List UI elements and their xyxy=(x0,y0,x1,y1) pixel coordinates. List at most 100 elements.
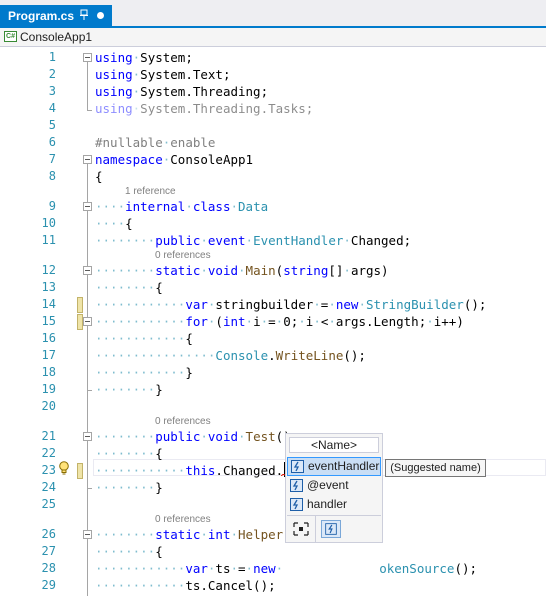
code-line: ············} xyxy=(95,365,193,380)
event-icon xyxy=(290,498,303,511)
completion-item-label: eventHandler xyxy=(308,459,380,473)
code-line: using·System; xyxy=(95,50,193,65)
outline-guide-end xyxy=(87,488,92,489)
code-line: ············{ xyxy=(95,331,193,346)
tab-title: Program.cs xyxy=(8,9,75,23)
event-icon xyxy=(291,460,304,473)
project-dropdown[interactable]: ConsoleApp1 xyxy=(20,30,92,44)
line-number: 22 xyxy=(41,446,56,460)
collapse-test-toggle[interactable] xyxy=(83,432,92,441)
navigation-bar: C# ConsoleApp1 xyxy=(0,28,546,47)
outline-guide-end xyxy=(87,110,92,111)
csharp-project-icon: C# xyxy=(4,31,17,42)
code-editor[interactable]: 1 2 3 4 5 6 7 8 9 10 11 12 13 14 15 16 1… xyxy=(0,47,546,596)
line-number: 1 xyxy=(48,50,56,64)
suggested-name-tooltip: (Suggested name) xyxy=(385,459,486,477)
line-number: 24 xyxy=(41,480,56,494)
collapse-for-toggle[interactable] xyxy=(83,317,92,326)
code-line: namespace·ConsoleApp1 xyxy=(95,152,254,167)
line-number: 8 xyxy=(48,169,56,183)
completion-item-label: @event xyxy=(307,478,349,492)
completion-header: <Name> xyxy=(289,437,379,453)
collapse-helper-toggle[interactable] xyxy=(83,530,92,539)
code-line-unused: using·System.Threading.Tasks; xyxy=(95,101,314,116)
code-line: ····{ xyxy=(95,216,133,231)
codelens-references[interactable]: 0 references xyxy=(155,249,211,262)
document-tab-strip: Program.cs xyxy=(0,0,546,28)
line-number: 9 xyxy=(48,199,56,213)
code-line: ········public·void·Test() xyxy=(95,429,291,444)
editor-margin xyxy=(0,47,18,596)
outline-guide-end xyxy=(87,390,92,391)
collapse-main-toggle[interactable] xyxy=(83,266,92,275)
lightbulb-icon[interactable] xyxy=(58,461,70,475)
code-line: { xyxy=(95,169,103,184)
line-number: 26 xyxy=(41,527,56,541)
code-line: ········{ xyxy=(95,544,163,559)
completion-item-handler[interactable]: handler xyxy=(287,495,381,514)
line-number: 13 xyxy=(41,280,56,294)
collapse-class-toggle[interactable] xyxy=(83,202,92,211)
completion-item-at-event[interactable]: @event xyxy=(287,476,381,495)
line-number: 10 xyxy=(41,216,56,230)
completion-item-label: handler xyxy=(307,497,348,511)
line-number: 27 xyxy=(41,544,56,558)
line-number: 16 xyxy=(41,331,56,345)
snippet-filter-icon[interactable] xyxy=(291,520,311,538)
line-number: 29 xyxy=(41,578,56,592)
filter-divider xyxy=(315,516,316,542)
line-number: 14 xyxy=(41,297,56,311)
unsaved-change-marker xyxy=(77,463,83,479)
unsaved-change-marker xyxy=(77,314,83,330)
code-line: using·System.Threading; xyxy=(95,84,269,99)
line-number: 25 xyxy=(41,497,56,511)
collapse-namespace-toggle[interactable] xyxy=(83,155,92,164)
codelens-references[interactable]: 0 references xyxy=(155,513,211,526)
outline-guide xyxy=(87,62,88,111)
code-line: ········static·int·Helper xyxy=(95,527,284,542)
codelens-references[interactable]: 0 references xyxy=(155,415,211,428)
line-number: 18 xyxy=(41,365,56,379)
line-number: 5 xyxy=(48,118,56,132)
code-line: ············var·stringbuilder·=·new·Stri… xyxy=(95,297,487,312)
line-number: 17 xyxy=(41,348,56,362)
code-line: ········} xyxy=(95,382,163,397)
pin-icon[interactable] xyxy=(79,9,89,21)
code-line: ············ts.Cancel(); xyxy=(95,578,276,593)
line-number: 23 xyxy=(41,463,56,477)
line-number: 11 xyxy=(41,233,56,247)
tab-program-cs[interactable]: Program.cs xyxy=(0,5,112,26)
code-line: ····internal·class·Data xyxy=(95,199,269,214)
modified-dot-icon[interactable] xyxy=(97,12,104,19)
event-filter-icon[interactable] xyxy=(321,520,341,538)
code-line: ········public·event·EventHandler·Change… xyxy=(95,233,412,248)
event-icon xyxy=(290,479,303,492)
line-number: 2 xyxy=(48,67,56,81)
codelens-references[interactable]: 1 reference xyxy=(125,185,176,198)
collapse-usings-toggle[interactable] xyxy=(83,53,92,62)
code-line: ········{ xyxy=(95,446,163,461)
code-line: ············var·ts·=·new·​okenSource(); xyxy=(95,561,478,576)
code-line: ········} xyxy=(95,480,163,495)
line-number: 19 xyxy=(41,382,56,396)
completion-filter-bar xyxy=(287,515,381,542)
code-line: ················Console.WriteLine(); xyxy=(95,348,366,363)
code-line: #nullable·enable xyxy=(95,135,216,150)
code-line-current: ············this.Changed. xyxy=(95,462,286,478)
completion-item-eventhandler[interactable]: eventHandler xyxy=(287,457,381,476)
code-line: using·System.Text; xyxy=(95,67,231,82)
line-number: 20 xyxy=(41,399,56,413)
line-number: 7 xyxy=(48,152,56,166)
code-line: ············for·(int·i·=·0;·i·<·args.Len… xyxy=(95,314,464,329)
code-line: ········static·void·Main(string[]·args) xyxy=(95,263,389,278)
line-number: 6 xyxy=(48,135,56,149)
code-line: ········{ xyxy=(95,280,163,295)
line-number: 15 xyxy=(41,314,56,328)
line-number: 3 xyxy=(48,84,56,98)
line-number: 12 xyxy=(41,263,56,277)
line-number: 4 xyxy=(48,101,56,115)
line-number: 21 xyxy=(41,429,56,443)
unsaved-change-marker xyxy=(77,297,83,313)
line-number: 28 xyxy=(41,561,56,575)
intellisense-completion-list[interactable]: <Name> eventHandler @event handler xyxy=(285,433,383,543)
